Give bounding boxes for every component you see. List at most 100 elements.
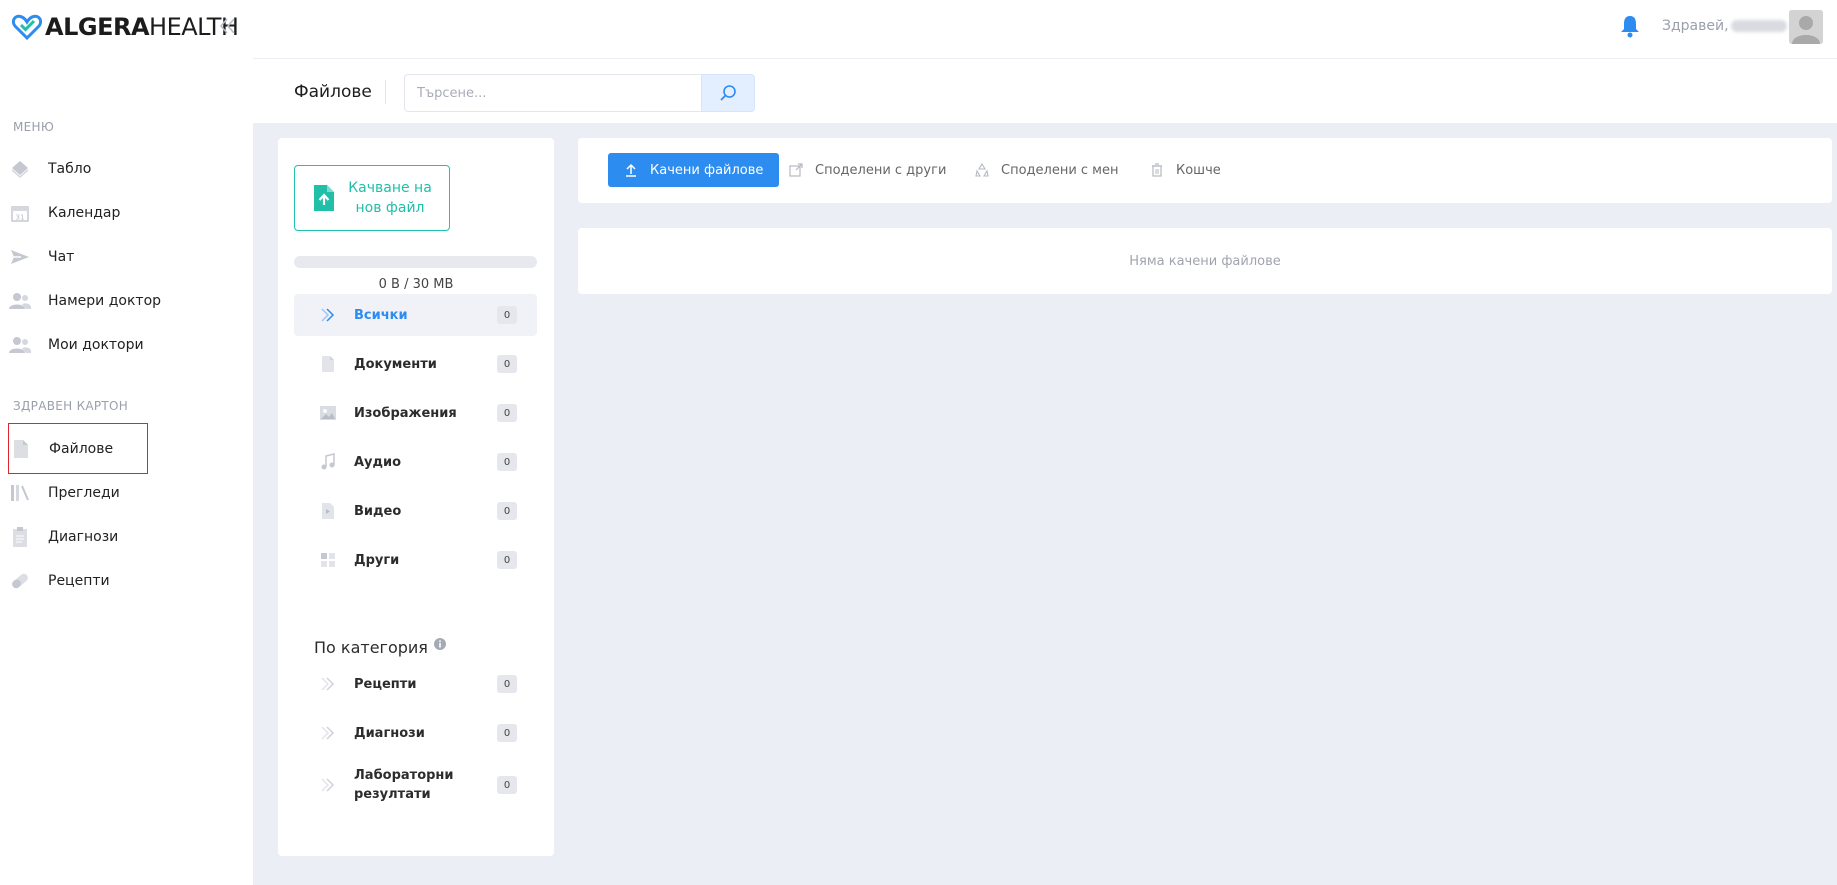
brand-name-bold: ALGERA bbox=[45, 13, 150, 41]
tab-shared-with-me[interactable]: Споделени с мен bbox=[975, 153, 1119, 187]
page-header: Файлове bbox=[253, 60, 1837, 123]
search-button[interactable] bbox=[701, 74, 755, 112]
sidebar: ALGERAHEALTH МЕНЮ Табло 31 Календар Чат bbox=[0, 0, 253, 885]
svg-text:31: 31 bbox=[16, 214, 25, 222]
trash-icon bbox=[1150, 163, 1164, 177]
menu-section-title: МЕНЮ bbox=[13, 120, 55, 134]
category-other[interactable]: Други 0 bbox=[294, 539, 537, 581]
tab-label: Качени файлове bbox=[650, 162, 764, 178]
category-prescriptions[interactable]: Рецепти 0 bbox=[294, 663, 537, 705]
clipboard-icon bbox=[8, 525, 32, 549]
chevron-right-icon bbox=[318, 723, 338, 743]
category-documents[interactable]: Документи 0 bbox=[294, 343, 537, 385]
sidebar-item-label: Намери доктор bbox=[48, 293, 162, 309]
category-count-badge: 0 bbox=[497, 355, 517, 373]
tab-uploaded-files[interactable]: Качени файлове bbox=[608, 153, 780, 187]
sidebar-item-dashboard[interactable]: Табло bbox=[8, 149, 148, 189]
video-icon bbox=[318, 501, 338, 521]
upload-new-file-button[interactable]: Качване на нов файл bbox=[294, 165, 450, 231]
sidebar-item-files[interactable]: Файлове bbox=[8, 423, 148, 474]
category-video[interactable]: Видео 0 bbox=[294, 490, 537, 532]
file-icon bbox=[9, 437, 33, 461]
heart-logo-icon bbox=[12, 14, 42, 40]
user-greeting[interactable]: Здравей, bbox=[1662, 18, 1787, 34]
empty-state-message: Няма качени файлове bbox=[1129, 253, 1281, 269]
search-input[interactable] bbox=[404, 74, 701, 112]
category-diagnoses[interactable]: Диагнози 0 bbox=[294, 712, 537, 754]
tab-trash[interactable]: Кошче bbox=[1150, 153, 1221, 187]
sidebar-item-label: Табло bbox=[48, 161, 92, 177]
upload-button-label: Качване на нов файл bbox=[348, 180, 432, 216]
sidebar-item-calendar[interactable]: 31 Календар bbox=[8, 193, 148, 233]
category-count-badge: 0 bbox=[497, 306, 517, 324]
health-record-section-title: ЗДРАВЕН КАРТОН bbox=[13, 399, 129, 413]
file-tabs: Качени файлове Споделени с други Споделе… bbox=[578, 138, 1832, 203]
users-icon bbox=[8, 333, 32, 357]
sidebar-item-my-doctors[interactable]: Мои доктори bbox=[8, 325, 148, 365]
double-chevron-left-icon[interactable] bbox=[218, 17, 238, 35]
user-avatar-icon bbox=[1789, 10, 1823, 44]
category-images[interactable]: Изображения 0 bbox=[294, 392, 537, 434]
category-label: Всички bbox=[354, 307, 408, 323]
chevron-right-icon bbox=[318, 674, 338, 694]
search-icon bbox=[720, 85, 736, 101]
topbar: Здравей, bbox=[253, 0, 1837, 59]
bell-icon[interactable] bbox=[1619, 14, 1641, 38]
grid-icon bbox=[318, 550, 338, 570]
category-label: Диагнози bbox=[354, 725, 425, 741]
info-icon[interactable] bbox=[433, 637, 446, 650]
category-count-badge: 0 bbox=[497, 453, 517, 471]
user-name-blurred bbox=[1730, 20, 1787, 32]
file-upload-icon bbox=[314, 185, 334, 211]
category-lab-results[interactable]: Лабораторни резултати 0 bbox=[294, 761, 537, 809]
chevron-right-icon bbox=[318, 305, 338, 325]
category-count-badge: 0 bbox=[497, 724, 517, 742]
category-label: Лабораторни резултати bbox=[354, 768, 454, 802]
recycle-icon bbox=[975, 163, 989, 177]
main-content: Качване на нов файл 0 B / 30 MB Всички 0… bbox=[253, 123, 1837, 885]
sidebar-item-label: Файлове bbox=[49, 440, 114, 457]
category-count-badge: 0 bbox=[497, 404, 517, 422]
chevron-right-icon bbox=[318, 775, 338, 795]
sidebar-item-label: Чат bbox=[48, 249, 75, 265]
image-icon bbox=[318, 403, 338, 423]
files-list-panel: Няма качени файлове bbox=[578, 228, 1832, 294]
header-divider bbox=[385, 80, 386, 104]
calendar-icon: 31 bbox=[8, 201, 32, 225]
category-count-badge: 0 bbox=[497, 776, 517, 794]
brand-logo[interactable]: ALGERA HEALTH bbox=[12, 10, 239, 44]
category-label: Рецепти bbox=[354, 676, 417, 692]
sidebar-item-prescriptions[interactable]: Рецепти bbox=[8, 561, 148, 601]
avatar[interactable] bbox=[1789, 10, 1823, 44]
tab-label: Споделени с мен bbox=[1001, 162, 1119, 178]
category-label: Изображения bbox=[354, 405, 457, 421]
file-categories-panel: Качване на нов файл 0 B / 30 MB Всички 0… bbox=[278, 138, 554, 856]
category-label: Документи bbox=[354, 356, 437, 372]
category-label: Видео bbox=[354, 503, 402, 519]
pill-icon bbox=[8, 569, 32, 593]
sidebar-item-label: Мои доктори bbox=[48, 337, 144, 353]
users-icon bbox=[8, 289, 32, 313]
category-count-badge: 0 bbox=[497, 551, 517, 569]
share-icon bbox=[789, 163, 803, 177]
category-count-badge: 0 bbox=[497, 675, 517, 693]
document-icon bbox=[318, 354, 338, 374]
sidebar-item-chat[interactable]: Чат bbox=[8, 237, 148, 277]
music-icon bbox=[318, 452, 338, 472]
send-icon bbox=[8, 245, 32, 269]
by-category-heading: По категория bbox=[314, 637, 446, 657]
app-root: ALGERAHEALTH МЕНЮ Табло 31 Календар Чат bbox=[0, 0, 1837, 885]
sidebar-item-examinations[interactable]: Прегледи bbox=[8, 473, 148, 513]
upload-icon bbox=[624, 163, 638, 177]
sidebar-item-find-doctor[interactable]: Намери доктор bbox=[8, 281, 161, 321]
tab-label: Кошче bbox=[1176, 162, 1221, 178]
page-title: Файлове bbox=[294, 82, 372, 102]
tab-shared-with-others[interactable]: Споделени с други bbox=[789, 153, 946, 187]
category-count-badge: 0 bbox=[497, 502, 517, 520]
sidebar-item-label: Календар bbox=[48, 205, 121, 221]
storage-progress-bar bbox=[294, 256, 537, 268]
sidebar-item-label: Диагнози bbox=[48, 529, 119, 545]
sidebar-item-diagnoses[interactable]: Диагнози bbox=[8, 517, 148, 557]
category-audio[interactable]: Аудио 0 bbox=[294, 441, 537, 483]
category-all[interactable]: Всички 0 bbox=[294, 294, 537, 336]
